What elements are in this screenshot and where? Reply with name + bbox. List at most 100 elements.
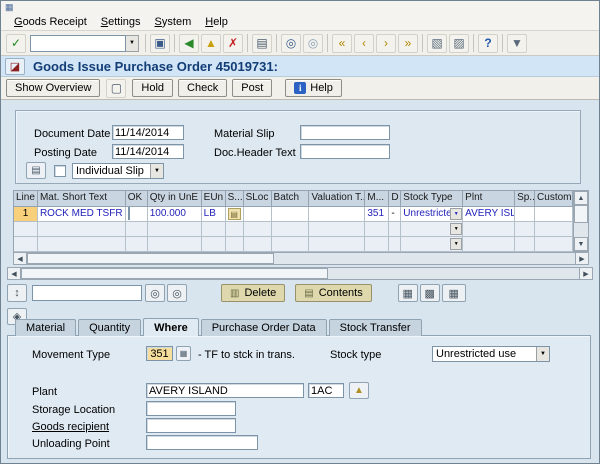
table-horizontal-scrollbar[interactable]: ◀ ▶ xyxy=(13,252,589,265)
scroll-right-icon[interactable]: ▶ xyxy=(579,268,592,279)
find-next-icon[interactable]: ◎ xyxy=(167,284,187,302)
plant-address-icon[interactable]: ▲ xyxy=(349,382,369,399)
movement-type-input[interactable] xyxy=(146,346,173,361)
column-header-ok[interactable]: OK xyxy=(126,191,148,207)
command-dropdown-icon[interactable]: ▼ xyxy=(126,35,139,52)
stock-type-cell[interactable]: ▼ xyxy=(401,237,463,252)
column-header-movement[interactable]: M... xyxy=(365,191,389,207)
plant-cell[interactable]: AVERY ISLAND xyxy=(463,207,515,222)
sloc-cell[interactable] xyxy=(244,222,272,237)
line-number-cell[interactable] xyxy=(14,237,38,252)
exit-icon[interactable]: ▲ xyxy=(201,34,221,53)
delete-button[interactable]: ▥ Delete xyxy=(221,284,285,302)
column-header-batch[interactable]: Batch xyxy=(272,191,310,207)
column-header-sp[interactable]: Sp... xyxy=(515,191,535,207)
enter-icon[interactable]: ✓ xyxy=(6,34,26,53)
scroll-track[interactable] xyxy=(27,253,575,264)
movement-cell[interactable] xyxy=(365,237,389,252)
scroll-track[interactable] xyxy=(21,268,579,279)
column-header-valuation-type[interactable]: Valuation T... xyxy=(309,191,365,207)
check-button[interactable]: Check xyxy=(178,79,227,97)
table-vertical-scrollbar[interactable]: ▲ ▼ xyxy=(573,190,589,252)
d-cell[interactable] xyxy=(389,237,401,252)
plant-input[interactable] xyxy=(146,383,304,398)
scroll-left-icon[interactable]: ◀ xyxy=(8,268,21,279)
material-cell[interactable] xyxy=(38,222,126,237)
column-header-line[interactable]: Line xyxy=(14,191,38,207)
transaction-icon[interactable]: ◪ xyxy=(5,58,25,75)
menu-system[interactable]: System xyxy=(148,15,199,29)
ok-cell[interactable] xyxy=(126,237,148,252)
s-cell[interactable]: ▤ xyxy=(226,207,244,222)
item-note-icon[interactable]: ▤ xyxy=(228,208,241,220)
batch-cell[interactable] xyxy=(272,237,310,252)
menu-settings[interactable]: Settings xyxy=(94,15,148,29)
grid-layout-icon[interactable]: ▦ xyxy=(442,284,466,302)
last-page-icon[interactable]: » xyxy=(398,34,418,53)
customer-cell[interactable] xyxy=(535,237,573,252)
batch-cell[interactable] xyxy=(272,207,310,222)
d-cell[interactable] xyxy=(389,222,401,237)
column-header-sloc[interactable]: SLoc xyxy=(244,191,272,207)
scroll-up-icon[interactable]: ▲ xyxy=(574,191,588,205)
unit-cell[interactable] xyxy=(202,237,226,252)
unit-cell[interactable]: LB xyxy=(202,207,226,222)
goods-recipient-input[interactable] xyxy=(146,418,236,433)
previous-page-icon[interactable]: ‹ xyxy=(354,34,374,53)
help-button[interactable]: i Help xyxy=(285,79,342,97)
material-slip-input[interactable] xyxy=(300,125,390,140)
scroll-left-icon[interactable]: ◀ xyxy=(14,253,27,264)
sp-cell[interactable] xyxy=(515,222,535,237)
save-icon[interactable]: ▣ xyxy=(150,34,170,53)
overview-horizontal-scrollbar[interactable]: ◀ ▶ xyxy=(7,267,593,280)
tab-purchase-order-data[interactable]: Purchase Order Data xyxy=(201,319,327,336)
contents-button[interactable]: ▤ Contents xyxy=(295,284,371,302)
column-header-customer[interactable]: Custom... xyxy=(535,191,573,207)
find-icon[interactable]: ◎ xyxy=(281,34,301,53)
ok-cell[interactable] xyxy=(126,222,148,237)
unloading-point-input[interactable] xyxy=(146,435,258,450)
storage-location-input[interactable] xyxy=(146,401,236,416)
d-cell[interactable]: - xyxy=(389,207,401,222)
print-slip-checkbox[interactable] xyxy=(54,165,66,177)
tab-where[interactable]: Where xyxy=(143,318,199,336)
customer-cell[interactable] xyxy=(535,222,573,237)
create-shortcut-icon[interactable]: ▨ xyxy=(449,34,469,53)
column-header-eun[interactable]: EUn xyxy=(202,191,226,207)
sloc-cell[interactable] xyxy=(244,237,272,252)
column-header-d[interactable]: D xyxy=(389,191,401,207)
print-icon[interactable]: ▤ xyxy=(252,34,272,53)
sp-cell[interactable] xyxy=(515,237,535,252)
stock-type-dropdown-icon[interactable]: ▼ xyxy=(536,347,549,361)
hold-button[interactable]: Hold xyxy=(132,79,173,97)
movement-cell[interactable]: 351 xyxy=(365,207,389,222)
tab-material[interactable]: Material xyxy=(15,319,76,336)
s-cell[interactable] xyxy=(226,237,244,252)
next-page-icon[interactable]: › xyxy=(376,34,396,53)
scroll-down-icon[interactable]: ▼ xyxy=(574,237,588,251)
line-number-cell[interactable]: 1 xyxy=(14,207,38,222)
menu-goods-receipt[interactable]: Goods Receipt xyxy=(7,15,94,29)
doc-header-text-input[interactable] xyxy=(300,144,390,159)
column-header-mat-short-text[interactable]: Mat. Short Text xyxy=(38,191,126,207)
qty-cell[interactable] xyxy=(148,237,202,252)
document-date-input[interactable] xyxy=(112,125,184,140)
material-cell[interactable] xyxy=(38,237,126,252)
find-icon[interactable]: ◎ xyxy=(145,284,165,302)
valuation-type-cell[interactable] xyxy=(309,207,365,222)
stock-type-dropdown-icon[interactable]: ▼ xyxy=(450,238,462,250)
command-field[interactable] xyxy=(30,35,126,52)
posting-date-input[interactable] xyxy=(112,144,184,159)
ok-cell[interactable] xyxy=(126,207,148,222)
customize-layout-icon[interactable]: ▼ xyxy=(507,34,527,53)
back-icon[interactable]: ◀ xyxy=(179,34,199,53)
stock-type-cell[interactable]: ▼ xyxy=(401,222,463,237)
line-number-cell[interactable] xyxy=(14,222,38,237)
stock-type-dropdown-icon[interactable]: ▼ xyxy=(450,208,462,220)
first-page-icon[interactable]: « xyxy=(332,34,352,53)
scroll-thumb[interactable] xyxy=(21,268,328,279)
print-slip-icon[interactable]: ▤ xyxy=(26,162,46,179)
scroll-thumb[interactable] xyxy=(574,205,588,223)
stock-type-dropdown-icon[interactable]: ▼ xyxy=(450,223,462,235)
movement-cell[interactable] xyxy=(365,222,389,237)
